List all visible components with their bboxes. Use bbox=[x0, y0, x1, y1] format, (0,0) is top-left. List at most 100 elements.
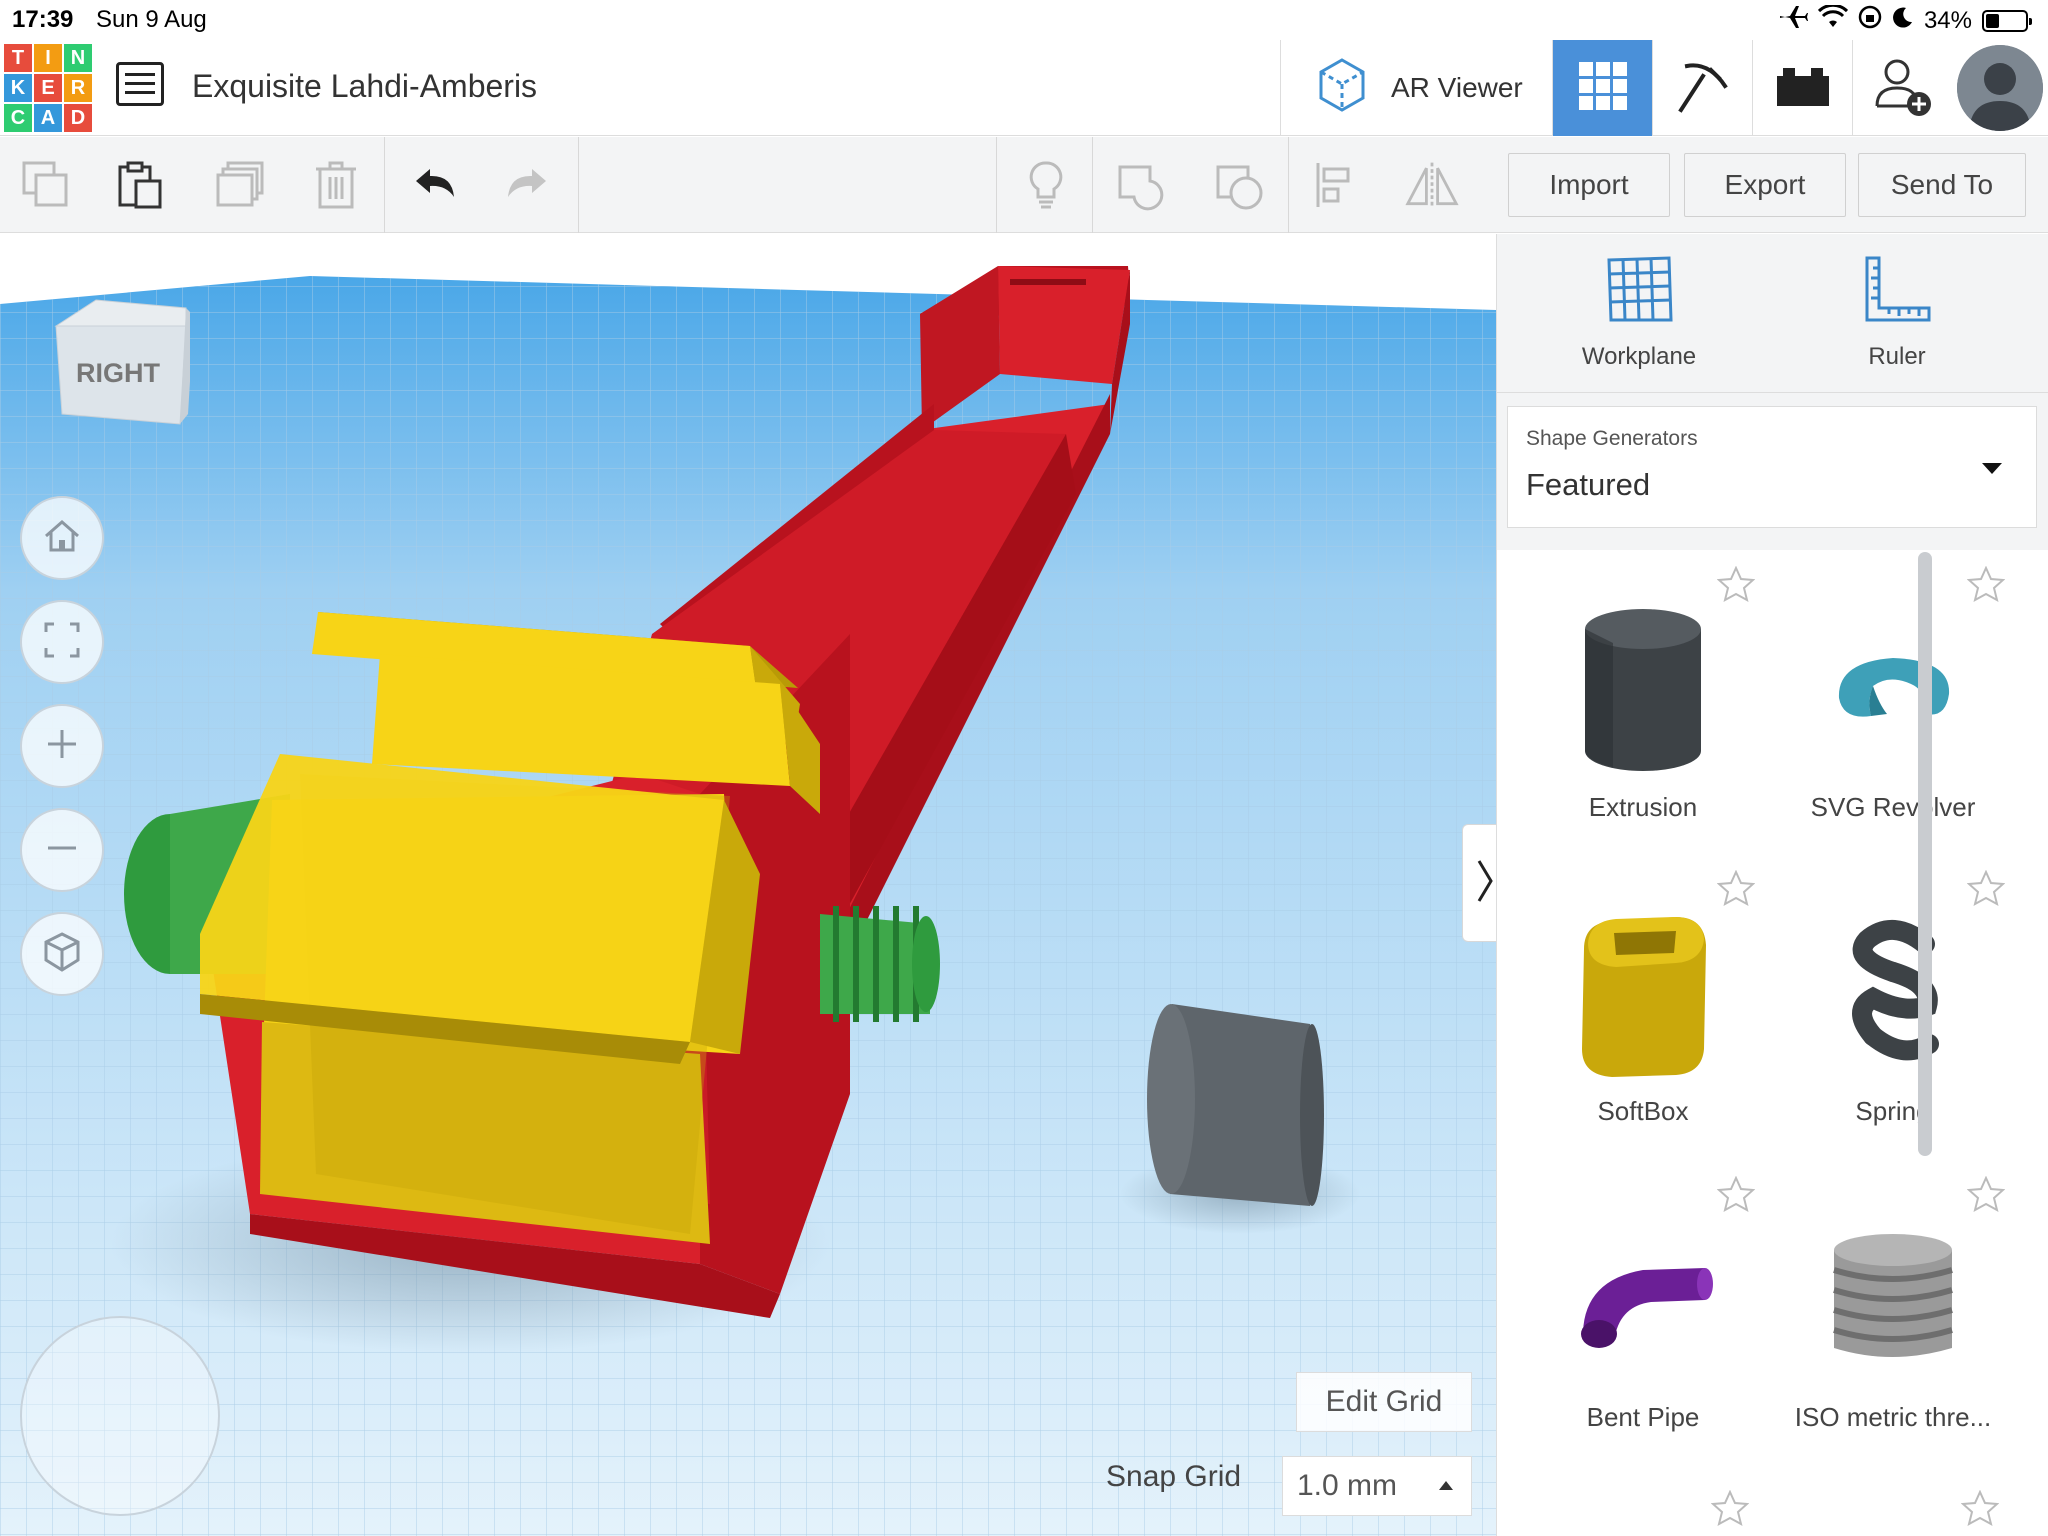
battery-icon bbox=[1982, 9, 2032, 32]
ungroup-icon[interactable] bbox=[1212, 157, 1268, 213]
duplicate-icon[interactable] bbox=[212, 157, 268, 213]
copy-icon[interactable] bbox=[18, 157, 74, 213]
plus-icon bbox=[42, 724, 82, 769]
paste-icon[interactable] bbox=[112, 157, 168, 213]
shape-name: SVG Revolver bbox=[1810, 792, 1976, 822]
snap-grid-label: Snap Grid bbox=[1106, 1460, 1242, 1493]
shape-card-bent-pipe[interactable]: Bent Pipe bbox=[1523, 1170, 1763, 1470]
shape-category-label: Shape Generators bbox=[1526, 427, 1698, 450]
panel-collapse-button[interactable] bbox=[1462, 824, 1496, 942]
star-icon[interactable] bbox=[1960, 1489, 2000, 1531]
tinkercad-logo[interactable]: TIN KER CAD bbox=[4, 44, 92, 132]
home-icon bbox=[42, 516, 82, 561]
workplane-icon bbox=[1603, 256, 1675, 332]
send-to-button[interactable]: Send To bbox=[1858, 153, 2026, 217]
cylinder-icon bbox=[1553, 600, 1733, 780]
thread-icon bbox=[1803, 1210, 1983, 1390]
wifi-icon bbox=[1817, 3, 1849, 36]
ar-viewer-button[interactable]: AR Viewer bbox=[1280, 40, 1552, 136]
star-icon[interactable] bbox=[1966, 565, 2006, 607]
redo-icon[interactable] bbox=[500, 157, 556, 213]
shape-name: Spring bbox=[1855, 1096, 1931, 1126]
status-time: 17:39 bbox=[12, 6, 74, 33]
star-icon[interactable] bbox=[1966, 869, 2006, 911]
green-thread-part[interactable] bbox=[820, 906, 940, 1022]
caret-up-icon bbox=[1439, 1481, 1453, 1490]
star-icon[interactable] bbox=[1710, 1489, 1750, 1531]
status-bar: 17:39 Sun 9 Aug 34% bbox=[0, 0, 2048, 40]
bricks-view-button[interactable] bbox=[1752, 40, 1852, 136]
3d-scene[interactable] bbox=[0, 234, 1496, 1536]
invite-collaborator-button[interactable] bbox=[1852, 40, 1952, 136]
status-indicators: 34% bbox=[1778, 3, 2032, 37]
avatar bbox=[1957, 45, 2043, 131]
import-button[interactable]: Import bbox=[1508, 153, 1670, 217]
bent-pipe-icon bbox=[1553, 1210, 1733, 1390]
workplane-viewport[interactable]: RIGHT Edit Grid Snap Grid 1.0 mm bbox=[0, 234, 1496, 1536]
profile-button[interactable] bbox=[1952, 40, 2048, 136]
workplane-label: Workplane bbox=[1581, 343, 1697, 370]
add-user-icon bbox=[1871, 54, 1935, 123]
star-icon[interactable] bbox=[1716, 1175, 1756, 1217]
logo-tile: T bbox=[4, 44, 32, 72]
brick-icon bbox=[1775, 64, 1831, 113]
header-actions: AR Viewer bbox=[1280, 40, 2048, 136]
orbit-joystick[interactable] bbox=[20, 1316, 220, 1516]
export-button[interactable]: Export bbox=[1684, 153, 1846, 217]
rotation-lock-icon bbox=[1858, 5, 1882, 36]
3d-design-view-button[interactable] bbox=[1552, 40, 1652, 136]
snap-grid-value: 1.0 mm bbox=[1297, 1469, 1398, 1502]
shape-card-iso-metric-thread[interactable]: ISO metric thre... bbox=[1773, 1170, 2013, 1470]
zoom-in-button[interactable] bbox=[20, 704, 104, 788]
shapes-scrollbar[interactable] bbox=[1918, 552, 1932, 1156]
lightbulb-icon[interactable] bbox=[1018, 157, 1074, 213]
logo-tile: D bbox=[64, 104, 92, 132]
shape-card-softbox[interactable]: SoftBox bbox=[1523, 864, 1763, 1164]
star-icon[interactable] bbox=[1716, 565, 1756, 607]
align-icon[interactable] bbox=[1310, 157, 1366, 213]
airplane-icon bbox=[1778, 4, 1808, 37]
shape-category-value: Featured bbox=[1526, 467, 1651, 502]
project-title[interactable]: Exquisite Lahdi-Amberis bbox=[192, 68, 537, 105]
shape-card-svg-revolver[interactable]: SVG Revolver bbox=[1773, 560, 2013, 860]
edit-grid-button[interactable]: Edit Grid bbox=[1296, 1372, 1472, 1432]
pickaxe-icon bbox=[1673, 56, 1733, 121]
star-icon[interactable] bbox=[1716, 869, 1756, 911]
chevron-right-icon bbox=[1475, 857, 1495, 910]
ar-cube-icon bbox=[1311, 54, 1373, 123]
shape-category-dropdown[interactable]: Shape Generators Featured bbox=[1507, 406, 2037, 528]
undo-icon[interactable] bbox=[406, 157, 462, 213]
perspective-toggle-button[interactable] bbox=[20, 912, 104, 996]
logo-tile: I bbox=[34, 44, 62, 72]
battery-percent: 34% bbox=[1923, 6, 1972, 34]
logo-tile: C bbox=[4, 104, 32, 132]
logo-tile: K bbox=[4, 74, 32, 102]
group-icon[interactable] bbox=[1114, 157, 1170, 213]
moon-icon bbox=[1892, 6, 1914, 35]
shape-card-extrusion[interactable]: Extrusion bbox=[1523, 560, 1763, 860]
logo-tile: A bbox=[34, 104, 62, 132]
shape-name: Extrusion bbox=[1588, 792, 1698, 822]
chevron-down-icon bbox=[1982, 463, 2002, 474]
mirror-icon[interactable] bbox=[1404, 157, 1460, 213]
shape-card-spring[interactable]: Spring bbox=[1773, 864, 2013, 1164]
workplane-tool[interactable]: Workplane bbox=[1549, 254, 1729, 371]
logo-tile: R bbox=[64, 74, 92, 102]
view-cube-label: RIGHT bbox=[76, 358, 161, 388]
grey-cylinder-part[interactable] bbox=[1147, 1004, 1324, 1206]
shape-name: Bent Pipe bbox=[1586, 1402, 1700, 1432]
shapes-grid: Extrusion SVG Revolver SoftBox Spring Be… bbox=[1497, 550, 2048, 1536]
snap-grid-select[interactable]: 1.0 mm bbox=[1282, 1456, 1472, 1516]
ruler-tool[interactable]: Ruler bbox=[1807, 254, 1987, 371]
shape-name: SoftBox bbox=[1597, 1096, 1689, 1126]
shapes-panel: Workplane Ruler Shape Generators Feature… bbox=[1496, 234, 2048, 1536]
zoom-out-button[interactable] bbox=[20, 808, 104, 892]
trash-icon[interactable] bbox=[308, 157, 364, 213]
view-cube[interactable]: RIGHT bbox=[50, 296, 194, 446]
fit-view-button[interactable] bbox=[20, 600, 104, 684]
design-list-button[interactable] bbox=[116, 62, 164, 106]
star-icon[interactable] bbox=[1966, 1175, 2006, 1217]
ruler-label: Ruler bbox=[1868, 343, 1926, 370]
blocks-view-button[interactable] bbox=[1652, 40, 1752, 136]
home-view-button[interactable] bbox=[20, 496, 104, 580]
